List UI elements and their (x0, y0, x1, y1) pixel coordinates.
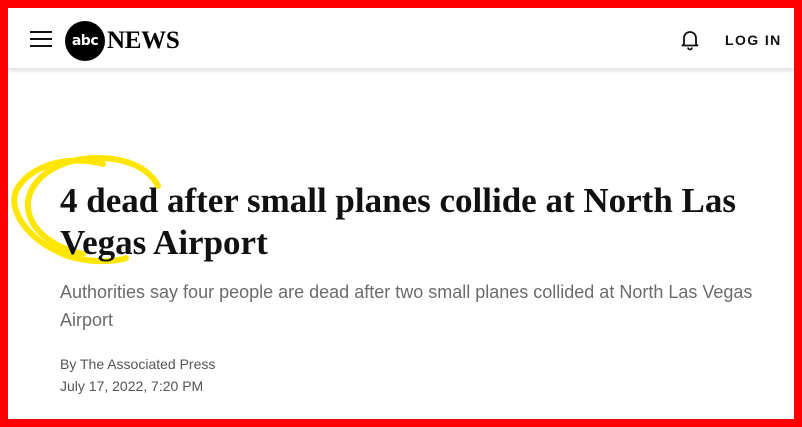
bell-icon[interactable] (678, 27, 702, 51)
article-byline: By The Associated Press (60, 356, 216, 372)
article-date: July 17, 2022, 7:20 PM (60, 378, 204, 394)
login-button[interactable]: LOG IN (725, 32, 782, 48)
hamburger-icon (30, 31, 52, 33)
abc-news-logo[interactable]: abc NEWS (65, 21, 180, 61)
article-headline: 4 dead after small planes collide at Nor… (60, 181, 737, 262)
menu-button[interactable] (30, 31, 52, 47)
page-frame: abc NEWS LOG IN 4 dead after small plane… (8, 8, 794, 419)
site-header: abc NEWS LOG IN (8, 8, 794, 69)
logo-wordmark: NEWS (107, 27, 180, 54)
logo-mark: abc (65, 21, 105, 61)
article-summary: Authorities say four people are dead aft… (60, 282, 753, 330)
